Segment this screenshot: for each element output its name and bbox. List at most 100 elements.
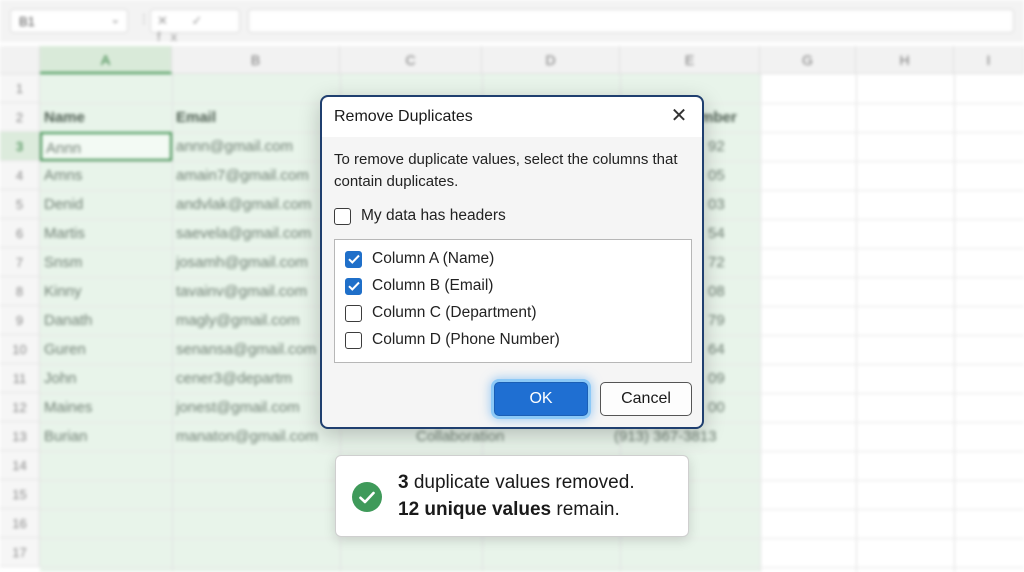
grid-line: [40, 538, 1024, 539]
cell-name[interactable]: Kinny: [40, 277, 172, 306]
cell-email[interactable]: magly@gmail.com: [172, 306, 322, 335]
unique-count: 12 unique values: [398, 499, 552, 520]
cell-name[interactable]: Amns: [40, 161, 172, 190]
cell-phone[interactable]: 05: [704, 161, 760, 190]
cell-name[interactable]: Denid: [40, 190, 172, 219]
formula-bar: B1 ⌄ ⋮ ✕ ✓ fx: [0, 0, 1024, 44]
column-c-checkbox[interactable]: [345, 304, 362, 322]
cell-name[interactable]: Danath: [40, 306, 172, 335]
cell-phone[interactable]: 79: [704, 306, 760, 335]
row-header[interactable]: 7: [0, 248, 40, 277]
header-cell-name[interactable]: Name: [40, 103, 172, 132]
cell-email[interactable]: jonest@gmail.com: [172, 393, 322, 422]
column-b-label: Column B (Email): [372, 277, 494, 294]
headers-checkbox-row[interactable]: My data has headers: [334, 207, 506, 225]
headers-checkbox-label: My data has headers: [361, 207, 506, 224]
cancel-button[interactable]: Cancel: [600, 382, 692, 416]
cell-email[interactable]: cener3@departm: [172, 364, 322, 393]
select-all-corner[interactable]: [0, 46, 40, 74]
row-header[interactable]: 2: [0, 103, 40, 132]
col-header-b[interactable]: B: [172, 46, 340, 74]
cell-phone[interactable]: 64: [704, 335, 760, 364]
remove-duplicates-dialog: Remove Duplicates ✕ To remove duplicate …: [320, 95, 704, 429]
cell-email[interactable]: manaton@gmail.com: [172, 422, 322, 451]
cell-name[interactable]: Guren: [40, 335, 172, 364]
column-d-row[interactable]: Column D (Phone Number): [345, 331, 560, 349]
row-header[interactable]: 13: [0, 422, 40, 451]
col-header-g[interactable]: G: [760, 46, 856, 74]
row-header[interactable]: 12: [0, 393, 40, 422]
checkmark-icon: [347, 254, 360, 264]
close-icon[interactable]: ✕: [666, 103, 692, 129]
cell-phone[interactable]: 92: [704, 132, 760, 161]
headers-checkbox[interactable]: [334, 207, 351, 225]
header-cell-phone[interactable]: mber: [696, 103, 760, 132]
cell-email[interactable]: amain7@gmail.com: [172, 161, 322, 190]
column-a-row[interactable]: Column A (Name): [345, 250, 494, 268]
col-header-h[interactable]: H: [856, 46, 954, 74]
name-box[interactable]: B1 ⌄: [10, 9, 128, 33]
ok-button[interactable]: OK: [494, 382, 588, 416]
cell-phone[interactable]: 00: [704, 393, 760, 422]
row-header[interactable]: 16: [0, 509, 40, 538]
cell-phone[interactable]: 03: [704, 190, 760, 219]
dialog-instructions: To remove duplicate values, select the c…: [334, 151, 678, 190]
name-box-value: B1: [19, 14, 35, 29]
row-header[interactable]: 10: [0, 335, 40, 364]
dialog-title-bar: Remove Duplicates ✕: [322, 97, 702, 137]
grid-line: [40, 451, 1024, 452]
cell-name[interactable]: Burian: [40, 422, 172, 451]
header-cell-email[interactable]: Email: [172, 103, 340, 132]
col-header-e[interactable]: E: [620, 46, 760, 74]
row-header[interactable]: 4: [0, 161, 40, 190]
row-header[interactable]: 17: [0, 538, 40, 567]
toast-unique-line: 12 unique values remain.: [398, 499, 620, 521]
column-d-checkbox[interactable]: [345, 331, 362, 349]
cell-name[interactable]: Maines: [40, 393, 172, 422]
bar-separator: ⋮: [138, 12, 150, 26]
cell-name[interactable]: Snsm: [40, 248, 172, 277]
grid-line: [856, 74, 857, 572]
cell-phone[interactable]: 54: [704, 219, 760, 248]
col-header-d[interactable]: D: [482, 46, 620, 74]
column-b-checkbox[interactable]: [345, 277, 362, 295]
success-check-icon: [352, 482, 382, 512]
cell-email[interactable]: saevela@gmail.com: [172, 219, 322, 248]
cell-phone[interactable]: 08: [704, 277, 760, 306]
cell-name[interactable]: Martis: [40, 219, 172, 248]
cell-name[interactable]: Annn: [40, 132, 172, 161]
column-a-checkbox[interactable]: [345, 250, 362, 268]
row-header[interactable]: 1: [0, 74, 40, 103]
col-header-c[interactable]: C: [340, 46, 482, 74]
unique-suffix: remain.: [551, 499, 620, 520]
cell-name[interactable]: John: [40, 364, 172, 393]
cell-phone[interactable]: 09: [704, 364, 760, 393]
cell-email[interactable]: annn@gmail.com: [172, 132, 322, 161]
row-header[interactable]: 8: [0, 277, 40, 306]
cell-email[interactable]: senansa@gmail.com: [172, 335, 322, 364]
col-header-a[interactable]: A: [40, 46, 172, 74]
row-header[interactable]: 14: [0, 451, 40, 480]
checkmark-icon: [347, 281, 360, 291]
grid-line: [760, 74, 761, 572]
col-header-i[interactable]: I: [954, 46, 1024, 74]
row-header[interactable]: 3: [0, 132, 40, 161]
toast-removed-line: 3 duplicate values removed.: [398, 472, 635, 494]
formula-input[interactable]: [248, 9, 1014, 33]
removed-count: 3: [398, 472, 409, 493]
column-b-row[interactable]: Column B (Email): [345, 277, 493, 295]
row-header[interactable]: 11: [0, 364, 40, 393]
cell-email[interactable]: tavainv@gmail.com: [172, 277, 322, 306]
row-header[interactable]: 6: [0, 219, 40, 248]
result-toast: 3 duplicate values removed. 12 unique va…: [335, 455, 689, 537]
cell-email[interactable]: josamh@gmail.com: [172, 248, 322, 277]
row-header[interactable]: 9: [0, 306, 40, 335]
cell-phone[interactable]: 72: [704, 248, 760, 277]
column-c-row[interactable]: Column C (Department): [345, 304, 537, 322]
row-header[interactable]: 5: [0, 190, 40, 219]
removed-text: duplicate values removed.: [408, 472, 635, 493]
grid-line: [40, 567, 1024, 568]
row-header[interactable]: 15: [0, 480, 40, 509]
cell-email[interactable]: andvlak@gmail.com: [172, 190, 322, 219]
formula-buttons[interactable]: ✕ ✓ fx: [150, 9, 240, 44]
